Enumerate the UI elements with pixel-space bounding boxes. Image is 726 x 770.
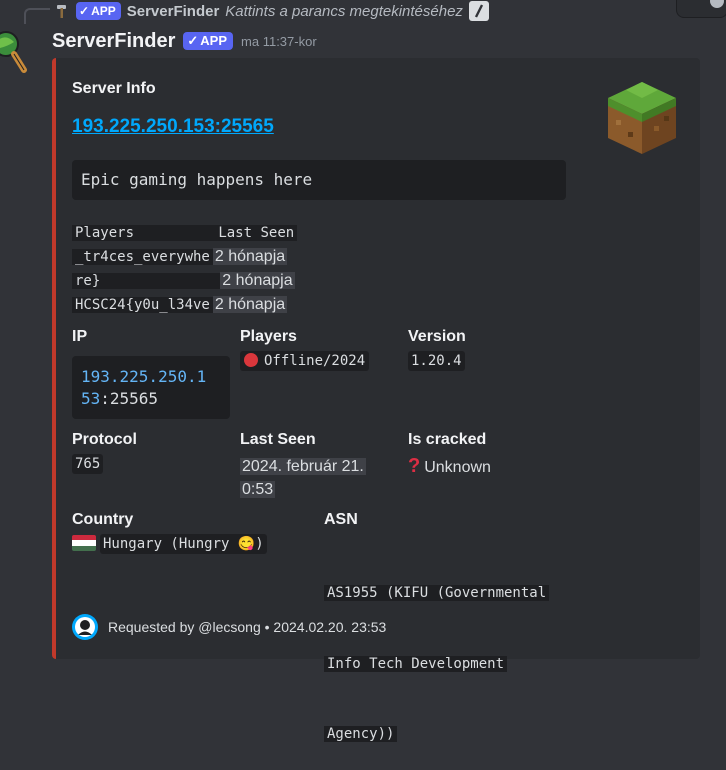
field-players-value: Offline/2024 bbox=[240, 351, 370, 371]
ip-codeblock: 193.225.250.1 53:25565 bbox=[72, 356, 230, 419]
reply-context[interactable]: ✓ APP ServerFinder Kattints a parancs meg… bbox=[54, 0, 489, 22]
field-last-seen-value: 2024. február 21. 0:53 bbox=[240, 458, 366, 498]
server-address-link[interactable]: 193.225.250.153:25565 bbox=[72, 116, 274, 138]
app-badge: ✓ APP bbox=[183, 32, 234, 50]
player-name: HCSC24{y0u_l34ve bbox=[72, 297, 213, 313]
player-last-seen: 2 hónapja bbox=[220, 272, 295, 289]
reply-author[interactable]: ServerFinder bbox=[127, 3, 220, 20]
field-protocol-name: Protocol bbox=[72, 431, 137, 448]
field-last-seen-name: Last Seen bbox=[240, 431, 316, 448]
slash-command-icon[interactable] bbox=[468, 1, 489, 21]
field-asn-value: AS1955 (KIFU (Governmental Info Tech Dev… bbox=[324, 535, 572, 770]
ip-line-2: 53:25565 bbox=[81, 389, 159, 408]
red-circle-icon bbox=[244, 353, 258, 367]
slash-glyph bbox=[474, 4, 484, 18]
players-table-header: Players Last Seen bbox=[72, 225, 298, 241]
minecraft-grass-block-icon[interactable] bbox=[606, 80, 678, 156]
field-ip-name: IP bbox=[72, 328, 88, 345]
field-protocol-value: 765 bbox=[72, 454, 104, 474]
hammer-icon bbox=[57, 5, 66, 18]
reply-connector bbox=[24, 8, 50, 24]
message-author[interactable]: ServerFinder bbox=[52, 30, 175, 53]
field-players-name: Players bbox=[240, 328, 297, 345]
description-codeblock: Epic gaming happens here bbox=[72, 160, 566, 200]
reply-text[interactable]: Kattints a parancs megtekintéséhez bbox=[225, 3, 463, 20]
field-asn-name: ASN bbox=[324, 511, 358, 528]
message-header: ServerFinder ✓ APP ma 11:37-kor bbox=[52, 28, 317, 54]
field-version-value: 1.20.4 bbox=[408, 351, 465, 371]
field-country-name: Country bbox=[72, 511, 134, 528]
message-timestamp: ma 11:37-kor bbox=[241, 33, 317, 49]
player-last-seen: 2 hónapja bbox=[212, 248, 288, 265]
field-cracked-value: ? Unknown bbox=[408, 455, 491, 477]
embed-footer: Requested by @lecsong • 2024.02.20. 23:5… bbox=[72, 614, 386, 640]
player-last-seen: 2 hónapja bbox=[212, 296, 288, 313]
player-name: _tr4ces_everywhe bbox=[72, 249, 213, 265]
magnifier-globe-icon[interactable] bbox=[0, 30, 28, 76]
ip-line-1: 193.225.250.1 bbox=[81, 367, 207, 386]
user-silhouette bbox=[75, 617, 95, 637]
player-name: re} bbox=[72, 273, 221, 289]
field-version-name: Version bbox=[408, 328, 466, 345]
user-avatar-icon bbox=[72, 614, 98, 640]
hungary-flag-icon bbox=[72, 535, 96, 551]
reply-app-badge: ✓ APP bbox=[76, 2, 121, 20]
footer-text: Requested by @lecsong • 2024.02.20. 23:5… bbox=[108, 619, 387, 635]
field-cracked-name: Is cracked bbox=[408, 431, 487, 448]
field-country-value: Hungary (Hungry 😋) bbox=[72, 534, 267, 554]
question-mark-icon: ? bbox=[408, 455, 421, 477]
embed-title: Server Info bbox=[72, 80, 156, 97]
